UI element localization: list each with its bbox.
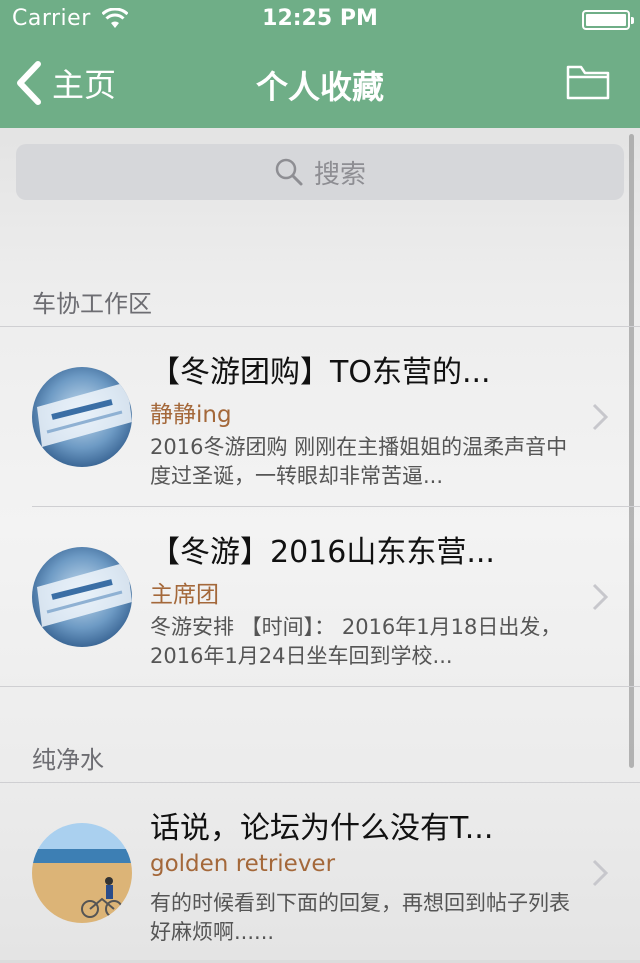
item-snippet: 2016冬游团购 刚刚在主播姐姐的温柔声音中度过圣诞，一转眼却非常苦逼... xyxy=(150,435,568,488)
item-title: 【冬游】2016山东东营... xyxy=(150,535,495,570)
item-author: 主席团 xyxy=(150,582,219,608)
navigation-bar: Carrier 12:25 PM 主页 个人收藏 xyxy=(0,0,640,128)
list-item[interactable]: 【冬游】2016山东东营... 主席团 冬游安排 【时间】： 2016年1月18… xyxy=(0,507,640,687)
item-author: golden retriever xyxy=(150,851,336,877)
item-title: 话说，论坛为什么没有T... xyxy=(150,811,494,846)
item-author: 静静ing xyxy=(150,402,232,428)
avatar xyxy=(32,823,132,923)
section-header: 车协工作区 xyxy=(32,290,152,318)
chevron-right-icon xyxy=(592,403,609,431)
avatar xyxy=(32,367,132,467)
list-item[interactable]: 【冬游团购】TO东营的... 静静ing 2016冬游团购 刚刚在主播姐姐的温柔… xyxy=(0,327,640,507)
item-snippet: 有的时候看到下面的回复，再想回到帖子列表好麻烦啊...... xyxy=(150,891,570,944)
folder-icon[interactable] xyxy=(566,64,610,100)
battery-icon xyxy=(582,10,634,30)
chevron-right-icon xyxy=(592,859,609,887)
section-header: 纯净水 xyxy=(32,746,104,774)
page-title: 个人收藏 xyxy=(255,68,384,106)
nav-content: 主页 个人收藏 xyxy=(0,40,640,128)
list-item[interactable]: 话说，论坛为什么没有T... golden retriever 有的时候看到下面… xyxy=(0,783,640,963)
status-time: 12:25 PM xyxy=(262,6,378,31)
item-snippet: 冬游安排 【时间】： 2016年1月18日出发，2016年1月24日坐车回到学校… xyxy=(150,615,562,668)
search-placeholder: 搜索 xyxy=(313,159,366,190)
search-icon xyxy=(275,158,303,186)
section-divider xyxy=(0,686,640,687)
item-title: 【冬游团购】TO东营的... xyxy=(150,355,491,390)
status-bar: Carrier 12:25 PM xyxy=(0,0,640,40)
avatar xyxy=(32,547,132,647)
chevron-right-icon xyxy=(592,583,609,611)
search-bar[interactable]: 搜索 xyxy=(16,144,624,200)
